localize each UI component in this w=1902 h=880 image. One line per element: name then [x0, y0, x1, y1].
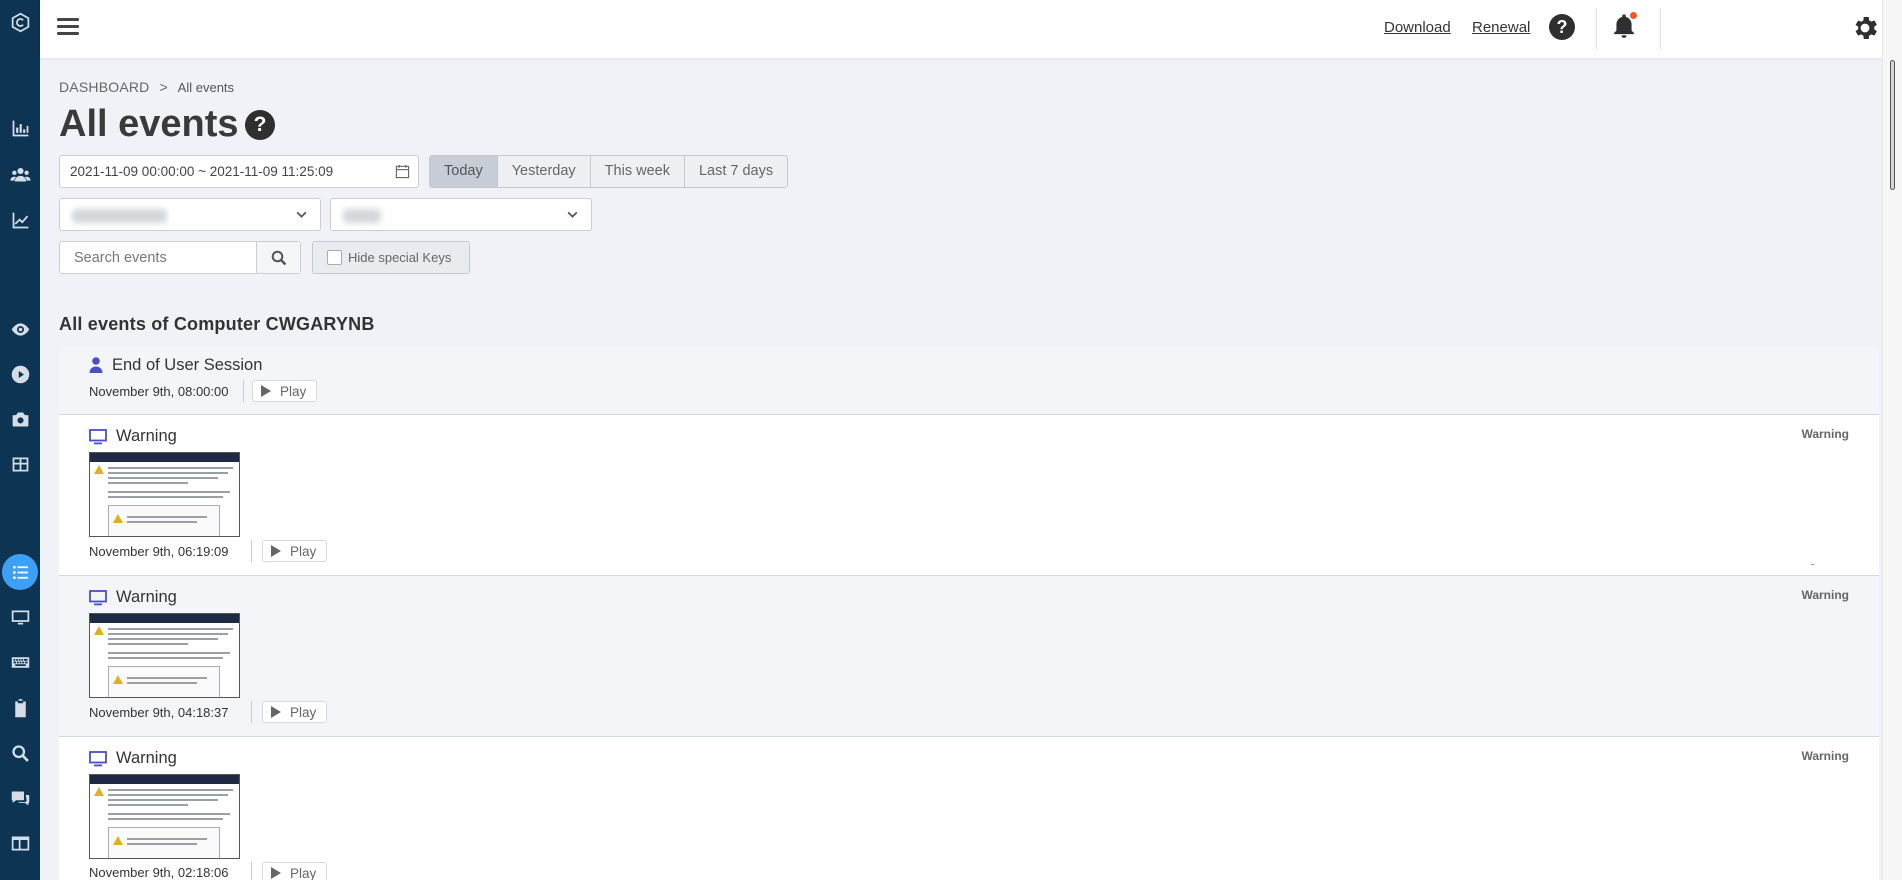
play-button[interactable]: Play	[262, 540, 328, 562]
date-range-value: 2021-11-09 00:00:00 ~ 2021-11-09 11:25:0…	[70, 164, 334, 179]
chevron-down-icon	[567, 211, 578, 218]
header-divider	[1660, 8, 1661, 50]
event-time: November 9th, 04:18:37	[89, 705, 229, 720]
range-last-7-days-button[interactable]: Last 7 days	[685, 156, 787, 187]
event-row[interactable]: Warning Warning November 9th, 06:19:09 P…	[59, 415, 1879, 576]
event-row[interactable]: Warning Warning November 9th, 02:18:06 P…	[59, 737, 1879, 880]
chevron-down-icon	[296, 211, 307, 218]
breadcrumb-dashboard-link[interactable]: DASHBOARD	[59, 79, 149, 95]
layout-panel-icon[interactable]	[0, 823, 40, 863]
renewal-link[interactable]: Renewal	[1472, 19, 1530, 36]
settings-gear-icon[interactable]	[1850, 13, 1880, 43]
events-list: End of User Session November 9th, 08:00:…	[59, 346, 1879, 880]
play-circle-icon[interactable]	[0, 354, 40, 394]
eye-icon[interactable]	[0, 309, 40, 349]
monitor-icon	[89, 751, 107, 767]
hide-special-keys-label: Hide special Keys	[348, 250, 452, 265]
event-title: Warning	[116, 588, 177, 606]
search-events-input[interactable]	[60, 242, 256, 273]
date-quick-range-group: Today Yesterday This week Last 7 days	[429, 155, 789, 188]
play-button[interactable]: Play	[252, 380, 318, 402]
event-search-box	[59, 241, 301, 274]
notification-bell-icon[interactable]	[1610, 11, 1640, 42]
logo-icon[interactable]	[0, 2, 40, 42]
section-title: All events of Computer CWGARYNB	[59, 314, 375, 334]
notification-dot	[1629, 11, 1638, 20]
range-today-button[interactable]: Today	[430, 156, 498, 187]
breadcrumb-separator: >	[159, 79, 168, 95]
monitor-icon	[89, 429, 107, 445]
search-icon	[271, 250, 286, 265]
play-button[interactable]: Play	[262, 701, 328, 723]
breadcrumb: DASHBOARD > All events	[59, 79, 234, 95]
play-label: Play	[290, 865, 317, 880]
hide-special-keys-checkbox[interactable]	[327, 250, 342, 265]
keyboard-icon[interactable]	[0, 642, 40, 682]
event-title: End of User Session	[112, 356, 263, 374]
help-icon[interactable]: ?	[1549, 14, 1575, 40]
page-title: All events	[59, 103, 239, 145]
event-badge: Warning	[1801, 427, 1849, 441]
screenshot-thumbnail[interactable]	[89, 452, 240, 537]
event-row[interactable]: End of User Session November 9th, 08:00:…	[59, 346, 1879, 415]
event-divider	[251, 540, 252, 562]
menu-toggle-icon[interactable]	[55, 15, 81, 41]
play-icon	[261, 385, 271, 397]
hide-special-keys-toggle[interactable]: Hide special Keys	[312, 241, 470, 274]
event-row[interactable]: Warning Warning November 9th, 04:18:37 P…	[59, 576, 1879, 737]
play-label: Play	[290, 704, 317, 720]
left-sidebar	[0, 0, 40, 880]
users-group-icon[interactable]	[0, 154, 40, 194]
event-divider	[251, 701, 252, 723]
play-label: Play	[280, 383, 307, 399]
progress-marker	[1811, 564, 1814, 565]
play-label: Play	[290, 543, 317, 559]
event-badge: Warning	[1801, 588, 1849, 602]
range-yesterday-button[interactable]: Yesterday	[498, 156, 591, 187]
play-icon	[271, 706, 281, 718]
events-list-icon[interactable]	[0, 552, 40, 592]
screenshot-thumbnail[interactable]	[89, 613, 240, 698]
event-time: November 9th, 06:19:09	[89, 544, 229, 559]
monitor-icon[interactable]	[0, 597, 40, 637]
event-title: Warning	[116, 749, 177, 767]
search-submit-button[interactable]	[256, 242, 300, 273]
event-title: Warning	[116, 427, 177, 445]
page-help-icon[interactable]: ?	[245, 110, 275, 140]
page-scrollbar[interactable]	[1882, 0, 1902, 880]
line-chart-icon[interactable]	[0, 200, 40, 240]
event-badge: Warning	[1801, 749, 1849, 763]
calendar-icon	[395, 164, 410, 179]
computer-select-dropdown[interactable]	[59, 198, 321, 231]
redacted-selection	[343, 209, 381, 223]
download-link[interactable]: Download	[1384, 19, 1451, 36]
redacted-selection	[72, 209, 167, 223]
header-divider	[1596, 8, 1597, 50]
bar-chart-icon[interactable]	[0, 108, 40, 148]
event-divider	[243, 380, 244, 402]
screenshot-thumbnail[interactable]	[89, 774, 240, 859]
play-icon	[271, 545, 281, 557]
monitor-icon	[89, 590, 107, 606]
breadcrumb-current: All events	[177, 80, 235, 95]
chat-icon[interactable]	[0, 778, 40, 818]
camera-icon[interactable]	[0, 399, 40, 439]
user-select-dropdown[interactable]	[330, 198, 592, 231]
event-divider	[251, 862, 252, 880]
clipboard-icon[interactable]	[0, 688, 40, 728]
table-grid-icon[interactable]	[0, 444, 40, 484]
range-this-week-button[interactable]: This week	[591, 156, 685, 187]
search-icon[interactable]	[0, 733, 40, 773]
date-range-picker[interactable]: 2021-11-09 00:00:00 ~ 2021-11-09 11:25:0…	[59, 155, 419, 188]
top-header: Download Renewal ?	[40, 0, 1902, 58]
event-time: November 9th, 08:00:00	[89, 384, 229, 399]
play-icon	[271, 867, 281, 879]
event-time: November 9th, 02:18:06	[89, 865, 229, 880]
user-icon	[89, 357, 103, 373]
play-button[interactable]: Play	[262, 862, 328, 880]
scrollbar-thumb[interactable]	[1890, 60, 1895, 190]
